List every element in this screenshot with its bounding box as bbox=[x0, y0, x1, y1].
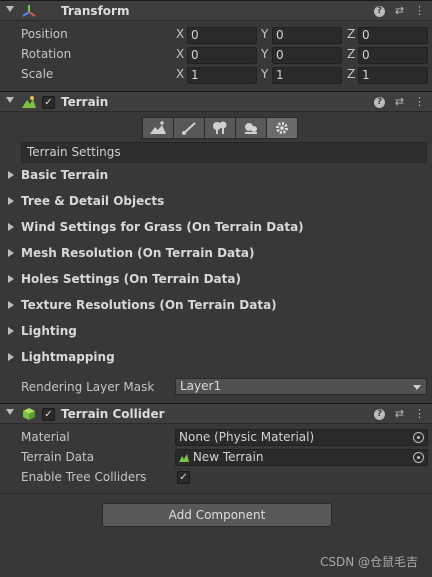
section-texture-resolutions[interactable]: Texture Resolutions (On Terrain Data) bbox=[8, 298, 277, 312]
section-basic-terrain[interactable]: Basic Terrain bbox=[8, 168, 108, 182]
add-component-button[interactable]: Add Component bbox=[102, 503, 332, 527]
context-menu-icon[interactable]: ⋮ bbox=[413, 95, 426, 109]
transform-header[interactable]: Transform ? ⇄ ⋮ bbox=[0, 0, 432, 21]
foldout-arrow-icon bbox=[8, 327, 14, 335]
axis-x-label: X bbox=[176, 27, 185, 41]
rotation-x-field[interactable]: 0 bbox=[187, 47, 257, 64]
divider bbox=[0, 493, 432, 494]
presets-icon[interactable]: ⇄ bbox=[393, 407, 406, 421]
axis-y-label: Y bbox=[261, 27, 269, 41]
foldout-arrow-icon bbox=[8, 223, 14, 231]
terrain-enabled-checkbox[interactable]: ✓ bbox=[42, 96, 55, 109]
foldout-arrow-icon bbox=[8, 171, 14, 179]
paint-brush-icon[interactable] bbox=[173, 117, 205, 139]
terrain-header[interactable]: ✓ Terrain ? ⇄ ⋮ bbox=[0, 91, 432, 112]
terrain-asset-icon bbox=[179, 454, 189, 462]
position-x-field[interactable]: 0 bbox=[187, 27, 257, 44]
help-icon[interactable]: ? bbox=[374, 409, 385, 420]
transform-icon bbox=[22, 5, 36, 17]
foldout-arrow-icon bbox=[8, 197, 14, 205]
paint-details-icon[interactable] bbox=[235, 117, 267, 139]
terrain-collider-header[interactable]: ✓ Terrain Collider ? ⇄ ⋮ bbox=[0, 403, 432, 424]
rotation-y-field[interactable]: 0 bbox=[272, 47, 342, 64]
scale-y-field[interactable]: 1 bbox=[272, 67, 342, 84]
section-wind-settings[interactable]: Wind Settings for Grass (On Terrain Data… bbox=[8, 220, 304, 234]
scale-x-field[interactable]: 1 bbox=[187, 67, 257, 84]
foldout-arrow-icon[interactable] bbox=[6, 409, 14, 415]
object-picker-icon[interactable] bbox=[413, 452, 424, 463]
object-picker-icon[interactable] bbox=[413, 432, 424, 443]
axis-z-label: Z bbox=[347, 47, 356, 61]
rendering-layer-mask-value: Layer1 bbox=[180, 379, 222, 393]
rotation-label: Rotation bbox=[21, 47, 72, 61]
context-menu-icon[interactable]: ⋮ bbox=[413, 4, 426, 18]
axis-x-label: X bbox=[176, 47, 185, 61]
section-lighting[interactable]: Lighting bbox=[8, 324, 77, 338]
terrain-data-label: Terrain Data bbox=[21, 450, 95, 464]
terrain-settings-label: Terrain Settings bbox=[21, 142, 427, 163]
help-icon[interactable]: ? bbox=[374, 97, 385, 108]
place-trees-icon[interactable] bbox=[204, 117, 236, 139]
terrain-title: Terrain bbox=[61, 95, 109, 109]
terrain-collider-enabled-checkbox[interactable]: ✓ bbox=[42, 408, 55, 421]
collider-cube-icon bbox=[23, 408, 35, 420]
foldout-arrow-icon bbox=[8, 275, 14, 283]
rendering-layer-mask-dropdown[interactable]: Layer1 bbox=[175, 378, 427, 395]
material-object-field[interactable]: None (Physic Material) bbox=[175, 429, 428, 446]
terrain-icon bbox=[22, 96, 36, 108]
scale-label: Scale bbox=[21, 67, 54, 81]
transform-title: Transform bbox=[61, 4, 130, 18]
section-lightmapping[interactable]: Lightmapping bbox=[8, 350, 115, 364]
foldout-arrow-icon[interactable] bbox=[6, 6, 14, 12]
rendering-layer-mask-label: Rendering Layer Mask bbox=[21, 380, 155, 394]
chevron-down-icon bbox=[413, 385, 421, 390]
scale-z-field[interactable]: 1 bbox=[358, 67, 428, 84]
material-value: None (Physic Material) bbox=[179, 430, 315, 444]
terrain-settings-icon[interactable] bbox=[266, 117, 298, 139]
foldout-arrow-icon bbox=[8, 301, 14, 309]
rotation-z-field[interactable]: 0 bbox=[358, 47, 428, 64]
foldout-arrow-icon bbox=[8, 353, 14, 361]
foldout-arrow-icon bbox=[8, 249, 14, 257]
context-menu-icon[interactable]: ⋮ bbox=[413, 407, 426, 421]
help-icon[interactable]: ? bbox=[374, 6, 385, 17]
section-holes-settings[interactable]: Holes Settings (On Terrain Data) bbox=[8, 272, 241, 286]
enable-tree-colliders-label: Enable Tree Colliders bbox=[21, 470, 147, 484]
axis-z-label: Z bbox=[347, 67, 356, 81]
position-z-field[interactable]: 0 bbox=[358, 27, 428, 44]
material-label: Material bbox=[21, 430, 70, 444]
presets-icon[interactable]: ⇄ bbox=[393, 95, 406, 109]
presets-icon[interactable]: ⇄ bbox=[393, 4, 406, 18]
watermark: CSDN @仓鼠毛吉 bbox=[319, 555, 418, 569]
foldout-arrow-icon[interactable] bbox=[6, 97, 14, 103]
axis-z-label: Z bbox=[347, 27, 356, 41]
position-y-field[interactable]: 0 bbox=[272, 27, 342, 44]
terrain-data-object-field[interactable]: New Terrain bbox=[175, 449, 428, 466]
raise-terrain-icon[interactable] bbox=[142, 117, 174, 139]
axis-y-label: Y bbox=[261, 67, 269, 81]
axis-y-label: Y bbox=[261, 47, 269, 61]
axis-x-label: X bbox=[176, 67, 185, 81]
position-label: Position bbox=[21, 27, 68, 41]
section-mesh-resolution[interactable]: Mesh Resolution (On Terrain Data) bbox=[8, 246, 254, 260]
terrain-data-value: New Terrain bbox=[192, 450, 264, 464]
enable-tree-colliders-checkbox[interactable]: ✓ bbox=[177, 471, 190, 484]
terrain-tool-toolbar bbox=[142, 117, 298, 139]
section-tree-detail-objects[interactable]: Tree & Detail Objects bbox=[8, 194, 164, 208]
terrain-collider-title: Terrain Collider bbox=[61, 407, 165, 421]
